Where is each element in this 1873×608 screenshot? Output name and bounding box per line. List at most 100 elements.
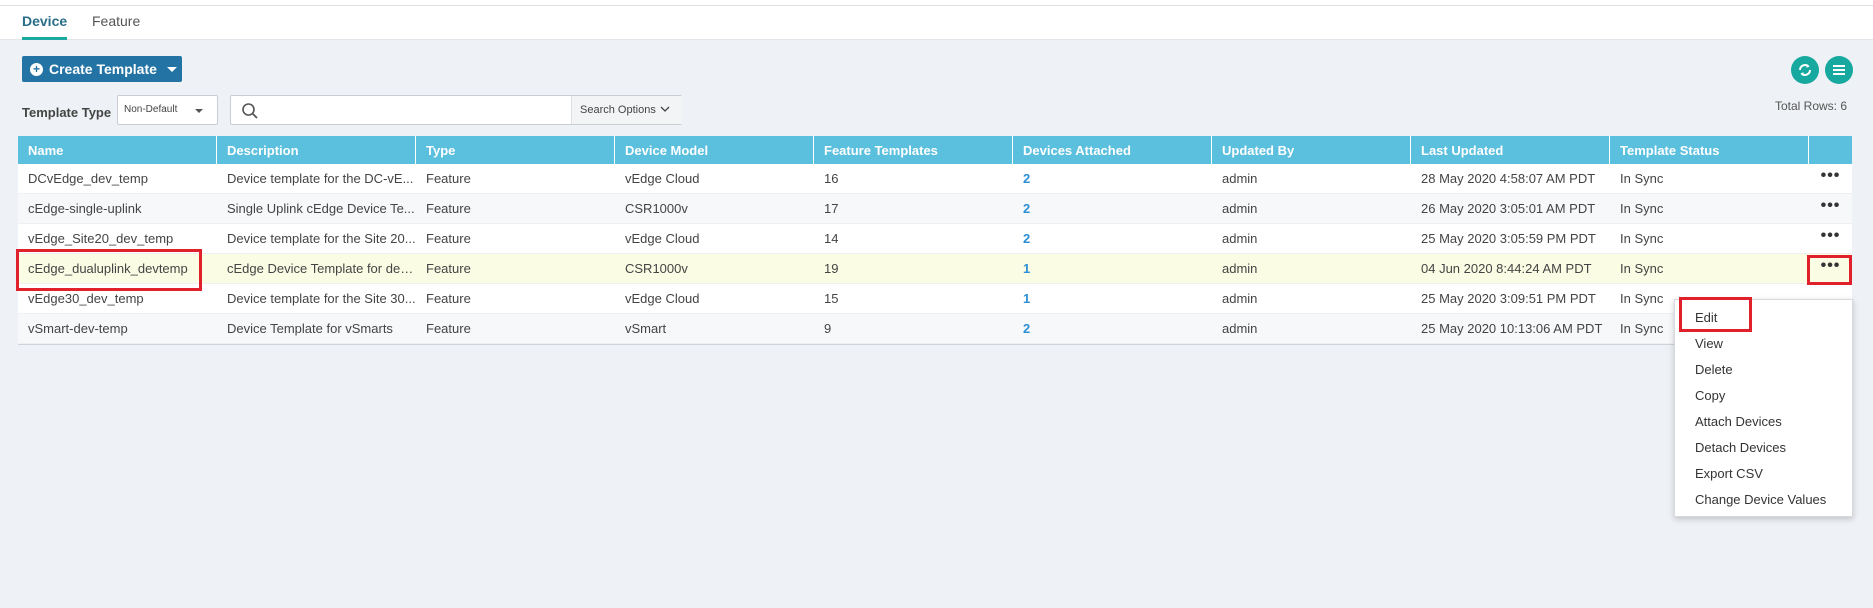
menu-item-attach-devices[interactable]: Attach Devices xyxy=(1695,414,1782,429)
cell-feature-templates: 15 xyxy=(824,291,839,306)
row-actions-button[interactable]: ••• xyxy=(1809,254,1852,284)
menu-item-detach-devices[interactable]: Detach Devices xyxy=(1695,440,1786,455)
cell-last-updated: 25 May 2020 3:05:59 PM PDT xyxy=(1421,231,1596,246)
table-row[interactable]: vSmart-dev-temp Device Template for vSma… xyxy=(18,314,1852,344)
template-type-select[interactable]: Non-Default xyxy=(117,95,218,125)
cell-type: Feature xyxy=(426,321,471,336)
cell-feature-templates: 17 xyxy=(824,201,839,216)
cell-device-model: vEdge Cloud xyxy=(625,171,700,186)
total-rows-count: Total Rows: 6 xyxy=(1774,99,1847,113)
cell-last-updated: 25 May 2020 3:09:51 PM PDT xyxy=(1421,291,1596,306)
table-row[interactable]: vEdge_Site20_dev_temp Device template fo… xyxy=(18,224,1852,254)
cell-description: Device template for the Site 30... xyxy=(227,291,416,306)
table-header: Name Description Type Device Model Featu… xyxy=(18,136,1852,164)
row-actions-button[interactable]: ••• xyxy=(1809,164,1852,194)
refresh-button[interactable] xyxy=(1791,56,1819,84)
templates-table: Name Description Type Device Model Featu… xyxy=(18,136,1852,345)
row-context-menu: Edit View Delete Copy Attach Devices Det… xyxy=(1674,299,1853,517)
cell-name: vSmart-dev-temp xyxy=(28,321,128,336)
cell-template-status: In Sync xyxy=(1620,261,1664,276)
cell-last-updated: 04 Jun 2020 8:44:24 AM PDT xyxy=(1421,261,1592,276)
cell-last-updated: 28 May 2020 4:58:07 AM PDT xyxy=(1421,171,1596,186)
cell-type: Feature xyxy=(426,231,471,246)
menu-item-export-csv[interactable]: Export CSV xyxy=(1695,466,1763,481)
search-options-label: Search Options xyxy=(580,104,656,116)
cell-updated-by: admin xyxy=(1222,321,1258,336)
template-type-value: Non-Default xyxy=(124,104,178,115)
cell-name: vEdge_Site20_dev_temp xyxy=(28,231,174,246)
column-header-device-model[interactable]: Device Model xyxy=(615,136,814,164)
list-menu-icon xyxy=(1833,65,1845,75)
cell-updated-by: admin xyxy=(1222,171,1258,186)
devices-attached-link[interactable]: 2 xyxy=(1013,194,1212,224)
cell-description: cEdge Device Template for dev... xyxy=(227,261,416,276)
template-type-label: Template Type xyxy=(22,105,112,120)
cell-description: Single Uplink cEdge Device Te... xyxy=(227,201,415,216)
cell-name: vEdge30_dev_temp xyxy=(28,291,144,306)
cell-template-status: In Sync xyxy=(1620,201,1664,216)
create-template-button[interactable]: + Create Template xyxy=(22,56,182,82)
devices-attached-link[interactable]: 1 xyxy=(1013,254,1212,284)
devices-attached-link[interactable]: 2 xyxy=(1013,164,1212,194)
search-input[interactable] xyxy=(267,99,597,121)
row-actions-button[interactable]: ••• xyxy=(1809,224,1852,254)
cell-template-status: In Sync xyxy=(1620,171,1664,186)
cell-type: Feature xyxy=(426,171,471,186)
cell-device-model: vEdge Cloud xyxy=(625,291,700,306)
cell-updated-by: admin xyxy=(1222,261,1258,276)
column-header-devices-attached[interactable]: Devices Attached xyxy=(1013,136,1212,164)
tab-device[interactable]: Device xyxy=(22,13,68,40)
column-header-feature-templates[interactable]: Feature Templates xyxy=(814,136,1013,164)
cell-description: Device template for the DC-vE... xyxy=(227,171,414,186)
devices-attached-link[interactable]: 2 xyxy=(1013,224,1212,254)
cell-type: Feature xyxy=(426,291,471,306)
row-actions-button[interactable]: ••• xyxy=(1809,194,1852,224)
cell-name: cEdge_dualuplink_devtemp xyxy=(28,261,188,276)
devices-attached-link[interactable]: 1 xyxy=(1013,284,1212,314)
column-header-type[interactable]: Type xyxy=(416,136,615,164)
cell-feature-templates: 16 xyxy=(824,171,839,186)
create-template-label: Create Template xyxy=(49,61,157,77)
cell-description: Device Template for vSmarts xyxy=(227,321,393,336)
column-header-actions xyxy=(1809,136,1852,164)
table-bottom-border xyxy=(18,344,1852,345)
cell-template-status: In Sync xyxy=(1620,231,1664,246)
table-row[interactable]: vEdge30_dev_temp Device template for the… xyxy=(18,284,1852,314)
plus-circle-icon: + xyxy=(30,62,43,76)
select-caret-icon xyxy=(195,109,203,113)
devices-attached-link[interactable]: 2 xyxy=(1013,314,1212,344)
cell-feature-templates: 19 xyxy=(824,261,839,276)
table-menu-button[interactable] xyxy=(1825,56,1853,84)
search-options-button[interactable]: Search Options xyxy=(571,96,682,124)
cell-updated-by: admin xyxy=(1222,201,1258,216)
cell-feature-templates: 9 xyxy=(824,321,832,336)
cell-device-model: vSmart xyxy=(625,321,667,336)
column-header-last-updated[interactable]: Last Updated xyxy=(1411,136,1610,164)
table-row[interactable]: DCvEdge_dev_temp Device template for the… xyxy=(18,164,1852,194)
cell-updated-by: admin xyxy=(1222,231,1258,246)
cell-name: cEdge-single-uplink xyxy=(28,201,142,216)
menu-item-edit[interactable]: Edit xyxy=(1695,310,1717,325)
column-header-template-status[interactable]: Template Status xyxy=(1610,136,1809,164)
tab-feature[interactable]: Feature xyxy=(92,13,140,37)
cell-last-updated: 26 May 2020 3:05:01 AM PDT xyxy=(1421,201,1596,216)
menu-item-copy[interactable]: Copy xyxy=(1695,388,1725,403)
column-header-name[interactable]: Name xyxy=(18,136,217,164)
cell-type: Feature xyxy=(426,201,471,216)
tab-bar: Device Feature xyxy=(0,6,1873,40)
menu-item-delete[interactable]: Delete xyxy=(1695,362,1733,377)
table-row-selected[interactable]: cEdge_dualuplink_devtemp cEdge Device Te… xyxy=(18,254,1852,284)
chevron-down-icon xyxy=(660,106,670,112)
search-box: Search Options xyxy=(230,95,682,125)
column-header-description[interactable]: Description xyxy=(217,136,416,164)
cell-device-model: vEdge Cloud xyxy=(625,231,700,246)
menu-item-change-device-values[interactable]: Change Device Values xyxy=(1695,492,1826,507)
cell-last-updated: 25 May 2020 10:13:06 AM PDT xyxy=(1421,321,1603,336)
cell-description: Device template for the Site 20... xyxy=(227,231,416,246)
cell-device-model: CSR1000v xyxy=(625,201,688,216)
cell-name: DCvEdge_dev_temp xyxy=(28,171,148,186)
table-row[interactable]: cEdge-single-uplink Single Uplink cEdge … xyxy=(18,194,1852,224)
menu-item-view[interactable]: View xyxy=(1695,336,1723,351)
column-header-updated-by[interactable]: Updated By xyxy=(1212,136,1411,164)
cell-updated-by: admin xyxy=(1222,291,1258,306)
